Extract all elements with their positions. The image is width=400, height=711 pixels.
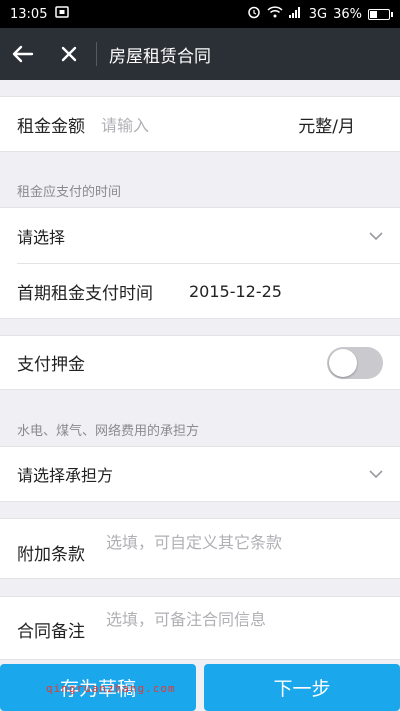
status-bar: 13:05 3G 36% bbox=[0, 0, 400, 28]
nav-divider bbox=[96, 42, 97, 66]
deposit-toggle[interactable] bbox=[327, 346, 383, 379]
network-type: 3G bbox=[308, 6, 328, 22]
back-arrow-icon bbox=[12, 45, 34, 63]
rent-unit: 元整/月 bbox=[298, 116, 355, 137]
next-button[interactable]: 下一步 bbox=[204, 664, 400, 711]
signal-icon bbox=[288, 6, 303, 22]
pay-time-select-value: 请选择 bbox=[17, 227, 66, 247]
rent-amount-input[interactable]: 请输入 bbox=[101, 112, 149, 136]
extra-terms-row: 附加条款 选填，可自定义其它条款 bbox=[0, 518, 400, 579]
deposit-row: 支付押金 bbox=[0, 335, 400, 390]
nav-bar: 房屋租赁合同 bbox=[0, 28, 400, 80]
extra-terms-input[interactable]: 选填，可自定义其它条款 bbox=[106, 529, 282, 553]
utilities-select[interactable]: 请选择承担方 bbox=[0, 446, 400, 502]
battery-percent: 36% bbox=[333, 6, 362, 22]
watermark-text: qingruanzhang.com bbox=[46, 682, 176, 695]
notes-input[interactable]: 选填，可备注合同信息 bbox=[106, 606, 266, 630]
first-payment-label: 首期租金支付时间 bbox=[17, 283, 153, 304]
wifi-icon bbox=[267, 6, 283, 22]
page-title: 房屋租赁合同 bbox=[109, 46, 211, 67]
rent-amount-label: 租金金额 bbox=[17, 116, 85, 137]
utilities-section-label: 水电、煤气、网络费用的承担方 bbox=[17, 424, 200, 439]
status-time: 13:05 bbox=[10, 6, 48, 22]
extra-terms-label: 附加条款 bbox=[17, 545, 85, 565]
battery-icon bbox=[368, 8, 393, 20]
pay-time-section-label: 租金应支付的时间 bbox=[17, 185, 122, 200]
alarm-icon bbox=[247, 5, 261, 23]
toggle-knob bbox=[329, 348, 357, 377]
rent-amount-row: 租金金额 请输入 元整/月 bbox=[0, 96, 400, 152]
first-payment-row[interactable]: 首期租金支付时间 2015-12-25 bbox=[17, 264, 383, 318]
deposit-label: 支付押金 bbox=[17, 355, 85, 375]
chevron-down-icon bbox=[369, 470, 383, 478]
notes-row: 合同备注 选填，可备注合同信息 bbox=[0, 596, 400, 660]
back-button[interactable] bbox=[0, 28, 46, 80]
close-button[interactable] bbox=[46, 28, 92, 80]
chevron-down-icon bbox=[369, 231, 383, 240]
close-icon bbox=[61, 46, 77, 62]
utilities-select-value: 请选择承担方 bbox=[17, 466, 114, 485]
first-payment-date[interactable]: 2015-12-25 bbox=[189, 282, 282, 301]
pay-time-select[interactable]: 请选择 bbox=[17, 208, 383, 263]
screenshot-icon bbox=[55, 6, 70, 22]
notes-label: 合同备注 bbox=[17, 622, 85, 642]
pay-time-group: 请选择 首期租金支付时间 2015-12-25 bbox=[0, 207, 400, 319]
